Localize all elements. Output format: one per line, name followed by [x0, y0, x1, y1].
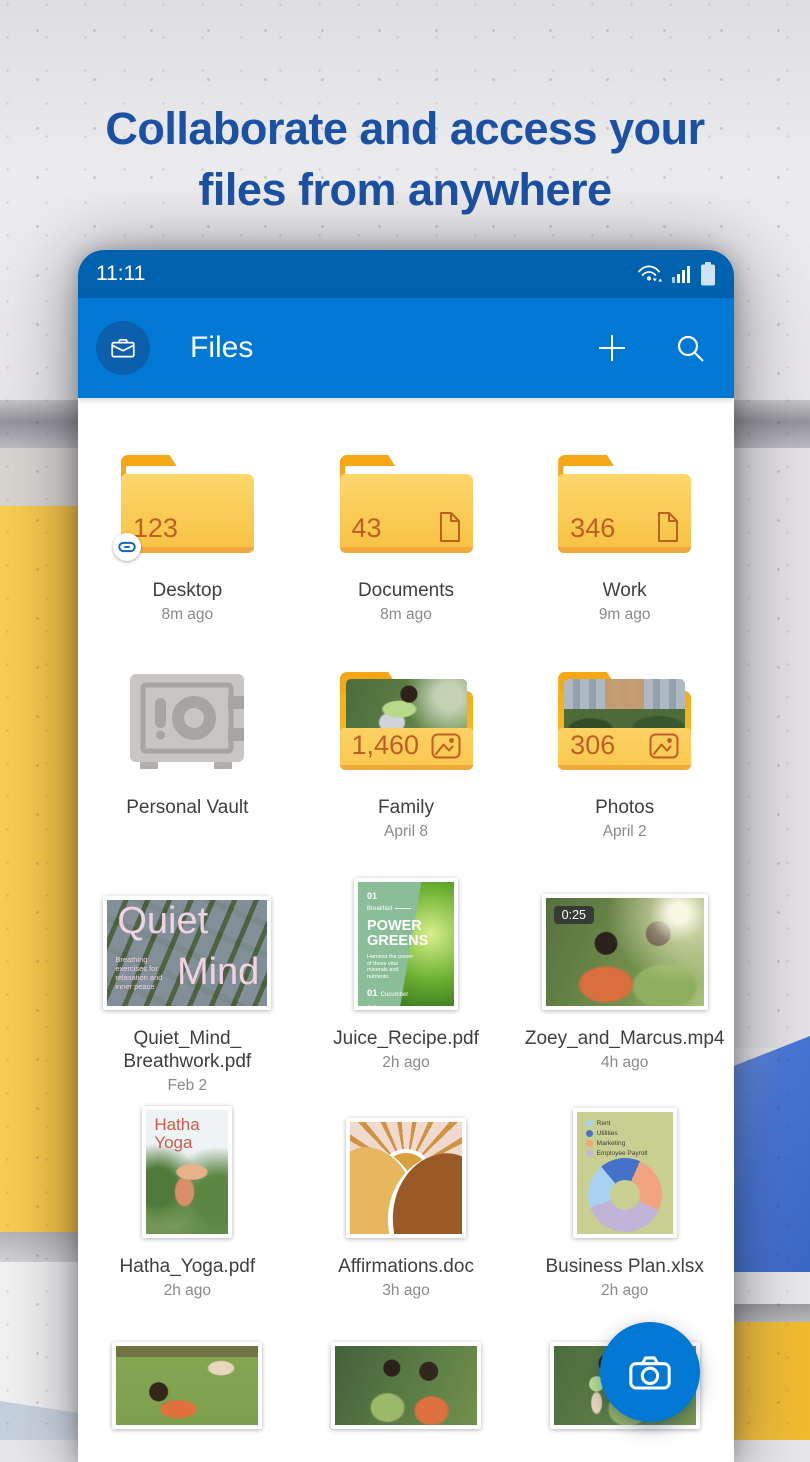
status-time: 11:11 — [96, 262, 145, 286]
file-date: 8m ago — [161, 606, 213, 624]
poster-number: 01 — [367, 891, 454, 901]
app-bar-actions — [596, 332, 734, 364]
file-name: Work — [603, 579, 647, 602]
file-name: Family — [378, 796, 434, 819]
pdf-thumbnail: 01 Breakfast POWER GREENS Harness the po… — [358, 882, 454, 1006]
folder-item-count: 123 — [133, 513, 178, 544]
grid-row-2: Personal Vault 1,460 Family April — [78, 672, 734, 841]
account-switcher-button[interactable] — [96, 321, 150, 375]
file-date: 4h ago — [601, 1054, 648, 1072]
file-name: Quiet_Mind_Breathwork.pdf — [123, 1027, 251, 1073]
document-glyph-icon — [437, 512, 461, 542]
vault-safe-icon — [121, 672, 254, 770]
search-button[interactable] — [674, 332, 706, 364]
file-tile-quiet-mind[interactable]: Quiet Mind Breathing exercises for relax… — [103, 888, 271, 1095]
briefcase-icon — [109, 335, 137, 361]
file-tile-zoey-video[interactable]: 0:25 Zoey_and_Marcus.mp4 4h ago — [525, 888, 725, 1072]
folder-icon: 123 — [121, 455, 254, 553]
file-name: Affirmations.doc — [338, 1255, 474, 1278]
folder-item-count: 1,460 — [352, 730, 420, 761]
folder-icon: 346 — [558, 455, 691, 553]
chart-legend: Rent Utilities Marketing Employee Payrol… — [586, 1120, 648, 1160]
thumb-subtitle: Breathing exercises for relaxation and i… — [115, 955, 169, 991]
status-bar: 11:11 — [78, 250, 734, 298]
file-tile-personal-vault[interactable]: Personal Vault — [121, 672, 254, 819]
file-date: 2h ago — [382, 1054, 429, 1072]
folder-item-count: 346 — [570, 513, 615, 544]
file-tile-family[interactable]: 1,460 Family April 8 — [340, 672, 473, 841]
file-name: Personal Vault — [126, 796, 248, 819]
poster-title: Hatha Yoga — [154, 1116, 204, 1152]
poster-section: Breakfast — [367, 906, 454, 912]
document-glyph-icon — [655, 512, 679, 542]
file-name: Juice_Recipe.pdf — [333, 1027, 479, 1050]
plus-icon — [596, 332, 628, 364]
shared-link-badge-icon — [113, 533, 141, 561]
page-title: Files — [190, 331, 253, 365]
wifi-icon — [637, 264, 664, 284]
file-name: Desktop — [152, 579, 222, 602]
folder-item-count: 43 — [352, 513, 382, 544]
doc-thumbnail — [350, 1122, 462, 1234]
camera-icon — [627, 1352, 673, 1392]
pdf-thumbnail: Hatha Yoga — [146, 1110, 228, 1234]
file-date: 2h ago — [164, 1282, 211, 1300]
battery-icon — [700, 262, 716, 286]
file-date: 8m ago — [380, 606, 432, 624]
camera-upload-fab[interactable] — [600, 1322, 700, 1422]
file-tile-affirmations[interactable]: Affirmations.doc 3h ago — [338, 1112, 474, 1300]
file-tile-work[interactable]: 346 Work 9m ago — [558, 455, 691, 624]
photo-thumbnail — [116, 1346, 258, 1425]
file-grid: 123 Desktop 8m ago — [78, 398, 734, 1462]
grid-row-4: Hatha Yoga Hatha_Yoga.pdf 2h ago Affirma… — [78, 1112, 734, 1300]
photo-tile[interactable] — [112, 1342, 262, 1429]
folder-item-count: 306 — [570, 730, 615, 761]
file-date: 9m ago — [599, 606, 651, 624]
video-duration-badge: 0:25 — [554, 906, 594, 924]
pdf-thumbnail: Quiet Mind Breathing exercises for relax… — [107, 900, 267, 1006]
thumb-title-word: Quiet — [117, 900, 208, 943]
folder-icon: 43 — [340, 455, 473, 553]
file-date: April 2 — [603, 823, 647, 841]
thumb-title-word: Mind — [177, 951, 259, 994]
file-tile-photos[interactable]: 306 Photos April 2 — [558, 672, 691, 841]
photo-thumbnail — [335, 1346, 477, 1425]
poster-subtitle: Harness the power of these vital mineral… — [367, 954, 419, 980]
file-tile-hatha-yoga[interactable]: Hatha Yoga Hatha_Yoga.pdf 2h ago — [120, 1112, 256, 1300]
grid-row-3: Quiet Mind Breathing exercises for relax… — [78, 888, 734, 1095]
video-thumbnail: 0:25 — [546, 898, 704, 1006]
file-name: Business Plan.xlsx — [545, 1255, 703, 1278]
file-name: Zoey_and_Marcus.mp4 — [525, 1027, 725, 1050]
image-glyph-icon — [431, 733, 461, 759]
photo-folder-icon: 306 — [558, 672, 691, 770]
file-name: Hatha_Yoga.pdf — [120, 1255, 256, 1278]
file-date: April 8 — [384, 823, 428, 841]
file-tile-documents[interactable]: 43 Documents 8m ago — [340, 455, 473, 624]
spreadsheet-thumbnail: Rent Utilities Marketing Employee Payrol… — [577, 1112, 673, 1234]
search-icon — [675, 333, 705, 363]
file-name: Documents — [358, 579, 454, 602]
donut-chart — [588, 1158, 662, 1232]
marketing-headline: Collaborate and access your files from a… — [0, 98, 810, 220]
photo-tile[interactable] — [331, 1342, 481, 1429]
file-date: 3h ago — [382, 1282, 429, 1300]
signal-icon — [672, 265, 692, 283]
file-tile-juice-recipe[interactable]: 01 Breakfast POWER GREENS Harness the po… — [333, 888, 479, 1072]
poster-title: POWER GREENS — [367, 919, 427, 949]
add-button[interactable] — [596, 332, 628, 364]
file-tile-business-plan[interactable]: Rent Utilities Marketing Employee Payrol… — [545, 1112, 703, 1300]
image-glyph-icon — [649, 733, 679, 759]
grid-row-1: 123 Desktop 8m ago — [78, 455, 734, 624]
photo-folder-icon: 1,460 — [340, 672, 473, 770]
file-date: Feb 2 — [168, 1077, 208, 1095]
status-icons — [637, 262, 716, 286]
app-bar: Files — [78, 298, 734, 398]
file-name: Photos — [595, 796, 654, 819]
file-date: 2h ago — [601, 1282, 648, 1300]
poster-list: 01Cucumber 02Kale 03Lemon — [367, 988, 454, 1006]
file-tile-desktop[interactable]: 123 Desktop 8m ago — [121, 455, 254, 624]
phone-mockup: 11:11 — [78, 250, 734, 1462]
